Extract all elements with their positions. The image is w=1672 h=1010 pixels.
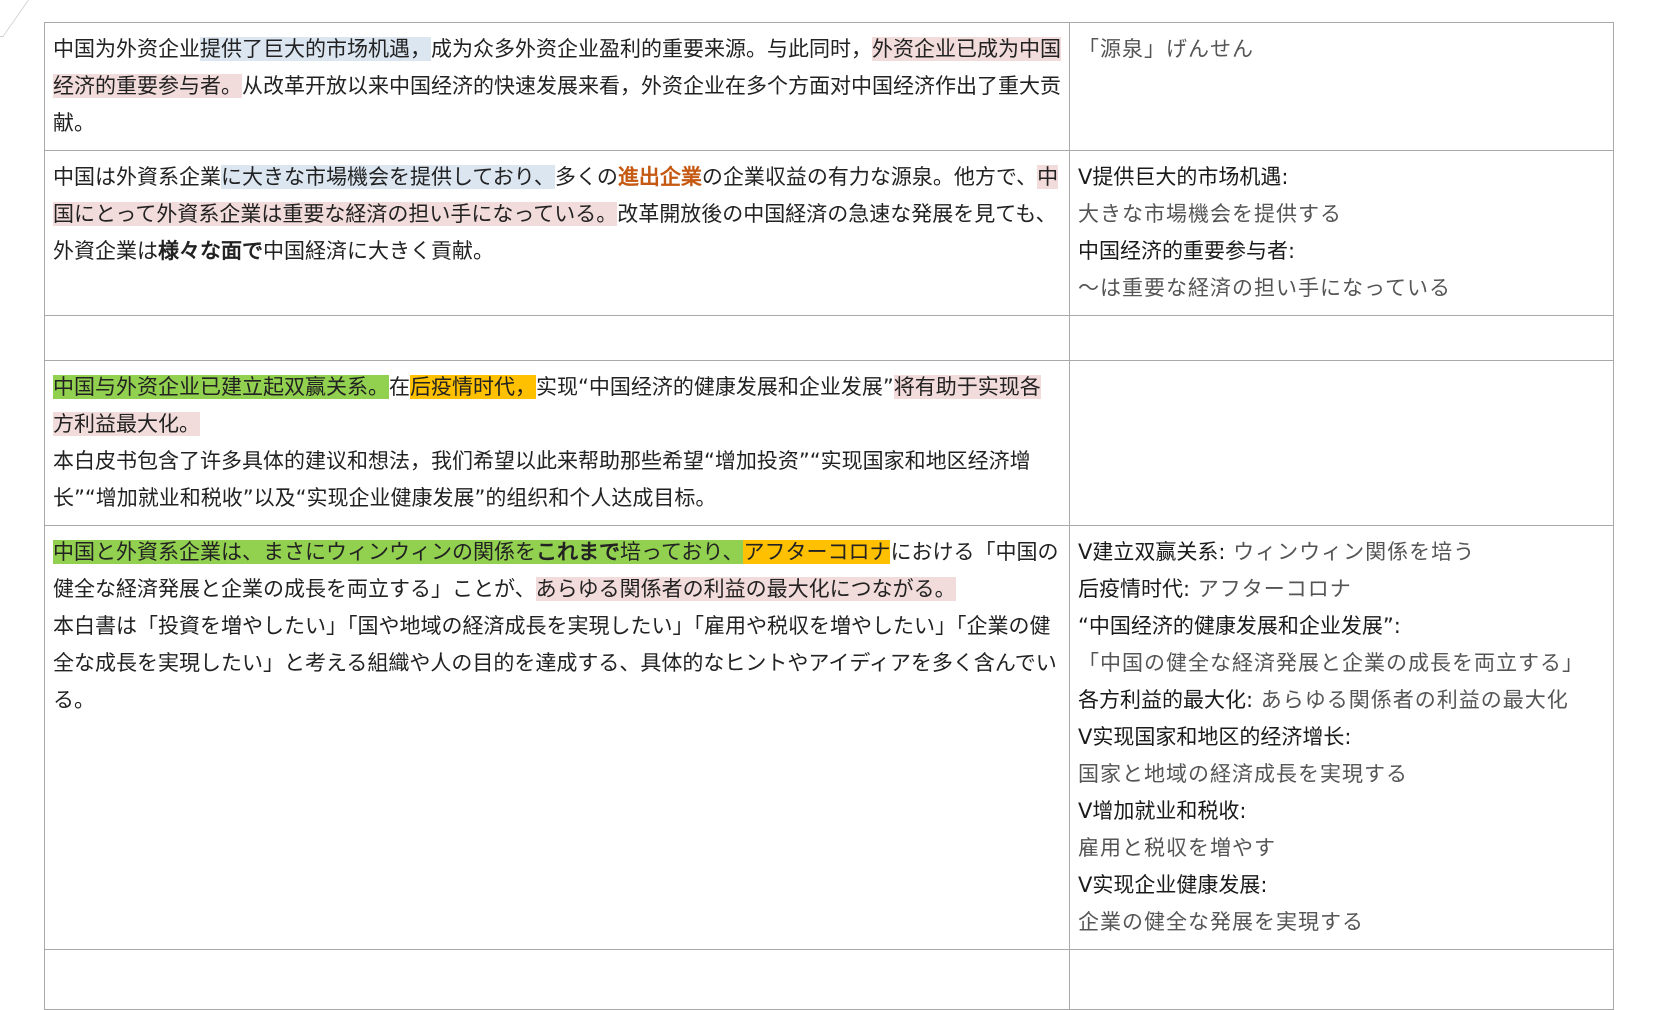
note-term: V建立双赢关系: bbox=[1078, 540, 1226, 564]
paragraph: 本白皮书包含了许多具体的建议和想法，我们希望以此来帮助那些希望“增加投资”“实现… bbox=[53, 449, 1031, 510]
text-segment: 中国と外資系企業 bbox=[53, 540, 221, 564]
note-translation: 企業の健全な発展を実現する bbox=[1078, 910, 1364, 934]
table-row bbox=[44, 315, 1614, 361]
note-line: 大きな市場機会を提供する bbox=[1078, 196, 1605, 233]
note-line: 各方利益的最大化: あらゆる関係者の利益の最大化 bbox=[1078, 682, 1605, 719]
note-line: 国家と地域の経済成長を実現する bbox=[1078, 756, 1605, 793]
empty-cell[interactable] bbox=[1069, 315, 1614, 361]
text-segment: は、まさにウィンウィンの関係を bbox=[221, 540, 536, 564]
note-term: V提供巨大的市场机遇: bbox=[1078, 165, 1289, 189]
paragraph: 本白書は「投資を増やしたい」「国や地域の経済成長を実現したい」「雇用や税収を増や… bbox=[53, 614, 1057, 712]
text-segment: 成为众多外资企业盈利的重要来源。与此同时， bbox=[431, 37, 872, 61]
notes-cell[interactable] bbox=[1069, 360, 1614, 526]
translation-notes-table: 中国为外资企业提供了巨大的市场机遇，成为众多外资企业盈利的重要来源。与此同时，外… bbox=[44, 22, 1614, 1010]
note-term: V实现国家和地区的经济增长: bbox=[1078, 725, 1352, 749]
note-line: 雇用と税収を増やす bbox=[1078, 830, 1605, 867]
text-segment: 在 bbox=[389, 375, 410, 399]
note-line: 中国经济的重要参与者: bbox=[1078, 233, 1605, 270]
note-translation: ～は重要な経済の担い手になっている bbox=[1078, 276, 1451, 300]
text-segment: 様々な面で bbox=[158, 239, 263, 263]
notes-cell[interactable]: V建立双赢关系: ウィンウィン関係を培う 后疫情时代: アフターコロナ “中国经济的… bbox=[1069, 525, 1614, 950]
note-line: “中国经济的健康发展和企业发展”: bbox=[1078, 608, 1605, 645]
note-translation: ウィンウィン関係を培う bbox=[1225, 540, 1476, 564]
table-row bbox=[44, 949, 1614, 1010]
empty-cell[interactable] bbox=[44, 315, 1070, 361]
text-segment: に大きな市場機会を提供しており、 bbox=[221, 165, 555, 189]
note-term: V增加就业和税收: bbox=[1078, 799, 1247, 823]
note-term: V实现企业健康发展: bbox=[1078, 873, 1268, 897]
note-translation: 国家と地域の経済成長を実現する bbox=[1078, 762, 1408, 786]
source-text-cell[interactable]: 中国为外资企业提供了巨大的市场机遇，成为众多外资企业盈利的重要来源。与此同时，外… bbox=[44, 22, 1070, 151]
paragraph: 中国为外资企业提供了巨大的市场机遇，成为众多外资企业盈利的重要来源。与此同时，外… bbox=[53, 31, 1061, 142]
note-term: 各方利益的最大化: bbox=[1078, 688, 1254, 712]
table-row: 中国为外资企业提供了巨大的市场机遇，成为众多外资企业盈利的重要来源。与此同时，外… bbox=[44, 22, 1614, 151]
empty-cell[interactable] bbox=[1069, 949, 1614, 1010]
note-line: V增加就业和税收: bbox=[1078, 793, 1605, 830]
note-term: 中国经济的重要参与者: bbox=[1078, 239, 1296, 263]
note-line: 「源泉」げんせん bbox=[1078, 31, 1605, 68]
empty-cell[interactable] bbox=[44, 949, 1070, 1010]
text-segment: アフターコロナ bbox=[743, 540, 891, 564]
note-line: ～は重要な経済の担い手になっている bbox=[1078, 270, 1605, 307]
text-segment: 中国与外资企业已建立起双赢关系。 bbox=[53, 375, 389, 399]
paragraph: 中国と外資系企業は、まさにウィンウィンの関係をこれまで培っており、アフターコロナ… bbox=[53, 534, 1061, 608]
table-row: 中国与外资企业已建立起双赢关系。在后疫情时代，实现“中国经济的健康发展和企业发展… bbox=[44, 360, 1614, 526]
note-line: V提供巨大的市场机遇: bbox=[1078, 159, 1605, 196]
note-translation: 「中国の健全な経済発展と企業の成長を両立する」 bbox=[1078, 651, 1584, 675]
text-segment: 中国経済に大きく貢献。 bbox=[263, 239, 494, 263]
notes-cell[interactable]: V提供巨大的市场机遇: 大きな市場機会を提供する 中国经济的重要参与者: ～は重要な経… bbox=[1069, 150, 1614, 316]
source-text-cell[interactable]: 中国は外資系企業に大きな市場機会を提供しており、多くの進出企業の企業収益の有力な… bbox=[44, 150, 1070, 316]
table-row: 中国は外資系企業に大きな市場機会を提供しており、多くの進出企業の企業収益の有力な… bbox=[44, 150, 1614, 316]
note-line: 企業の健全な発展を実現する bbox=[1078, 904, 1605, 941]
text-segment: あらゆる関係者の利益の最大化につながる。 bbox=[535, 577, 956, 601]
text-segment: 中国为外资企业 bbox=[53, 37, 200, 61]
text-segment: これまで bbox=[536, 540, 620, 564]
note-term: 后疫情时代: bbox=[1078, 577, 1191, 601]
text-segment: 提供了巨大的市场机遇， bbox=[200, 37, 431, 61]
notes-cell[interactable]: 「源泉」げんせん bbox=[1069, 22, 1614, 151]
note-line: 后疫情时代: アフターコロナ bbox=[1078, 571, 1605, 608]
paragraph: 中国は外資系企業に大きな市場機会を提供しており、多くの進出企業の企業収益の有力な… bbox=[53, 159, 1061, 270]
note-term: “中国经济的健康发展和企业发展”: bbox=[1078, 614, 1401, 638]
page-corner-mark bbox=[0, 0, 29, 37]
text-segment: 進出企業 bbox=[617, 165, 702, 189]
note-line: 「中国の健全な経済発展と企業の成長を両立する」 bbox=[1078, 645, 1605, 682]
source-text-cell[interactable]: 中国与外资企业已建立起双赢关系。在后疫情时代，实现“中国经济的健康发展和企业发展… bbox=[44, 360, 1070, 526]
note-translation: 大きな市場機会を提供する bbox=[1078, 202, 1342, 226]
note-translation: あらゆる関係者の利益の最大化 bbox=[1253, 688, 1569, 712]
text-segment: 中国は外資系企業 bbox=[53, 165, 221, 189]
paragraph: 中国与外资企业已建立起双赢关系。在后疫情时代，实现“中国经济的健康发展和企业发展… bbox=[53, 369, 1061, 443]
note-translation: 「源泉」げんせん bbox=[1078, 37, 1254, 61]
source-text-cell[interactable]: 中国と外資系企業は、まさにウィンウィンの関係をこれまで培っており、アフターコロナ… bbox=[44, 525, 1070, 950]
text-segment: 后疫情时代， bbox=[410, 375, 536, 399]
document-page: 中国为外资企业提供了巨大的市场机遇，成为众多外资企业盈利的重要来源。与此同时，外… bbox=[0, 0, 1672, 1010]
text-segment: 培っており、 bbox=[620, 540, 744, 564]
note-translation: アフターコロナ bbox=[1190, 577, 1352, 601]
note-translation: 雇用と税収を増やす bbox=[1078, 836, 1276, 860]
note-line: V实现企业健康发展: bbox=[1078, 867, 1605, 904]
text-segment: 多くの bbox=[554, 165, 618, 189]
text-segment: の企業収益の有力な源泉。他方で、 bbox=[701, 165, 1038, 189]
note-line: V实现国家和地区的经济增长: bbox=[1078, 719, 1605, 756]
note-line: V建立双赢关系: ウィンウィン関係を培う bbox=[1078, 534, 1605, 571]
table-row: 中国と外資系企業は、まさにウィンウィンの関係をこれまで培っており、アフターコロナ… bbox=[44, 525, 1614, 950]
text-segment: 实现“中国经济的健康发展和企业发展” bbox=[536, 375, 894, 399]
